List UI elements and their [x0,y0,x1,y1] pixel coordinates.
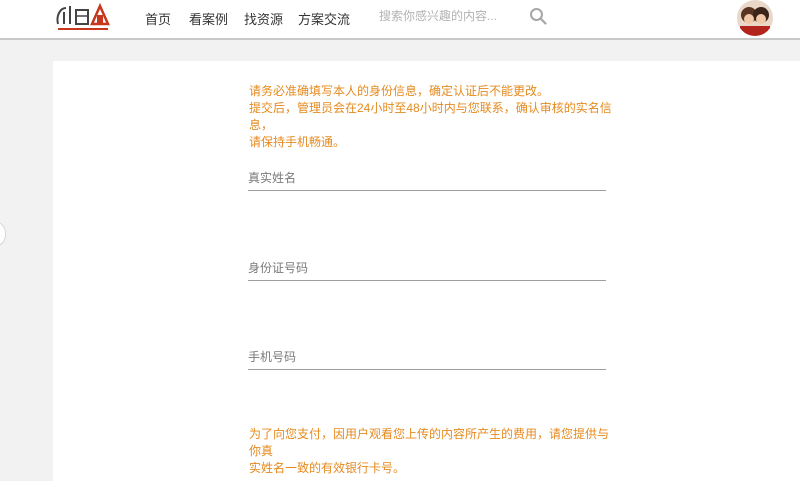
top-navbar: 首页 看案例 找资源 方案交流 [0,0,800,40]
side-collapse-handle[interactable] [0,221,6,247]
user-avatar[interactable] [737,0,773,36]
search-input[interactable] [376,5,532,27]
verification-notice: 请务必准确填写本人的身份信息，确定认证后不能更改。 提交后，管理员会在24小时至… [249,83,629,151]
nav-home[interactable]: 首页 [145,9,171,28]
search-icon[interactable] [529,7,547,25]
nav-cases[interactable]: 看案例 [189,9,228,28]
nav-discussion[interactable]: 方案交流 [298,9,350,28]
notice-line-2: 提交后，管理员会在24小时至48小时内与您联系，确认审核的实名信息， [249,101,612,132]
notice-line-3: 请保持手机畅通。 [249,135,346,149]
avatar-image [737,0,773,36]
payment-notice: 为了向您支付，因用户观看您上传的内容所产生的费用，请您提供与你真 实姓名一致的有… [249,426,619,477]
site-logo[interactable] [54,2,114,34]
payment-notice-line-1: 为了向您支付，因用户观看您上传的内容所产生的费用，请您提供与你真 [249,427,610,458]
nav-resources[interactable]: 找资源 [244,9,283,28]
real-name-field[interactable] [248,166,606,191]
payment-notice-line-2: 实姓名一致的有效银行卡号。 [249,461,406,475]
id-number-field[interactable] [248,256,606,281]
notice-line-1: 请务必准确填写本人的身份信息，确定认证后不能更改。 [249,84,550,98]
phone-field[interactable] [248,345,606,370]
